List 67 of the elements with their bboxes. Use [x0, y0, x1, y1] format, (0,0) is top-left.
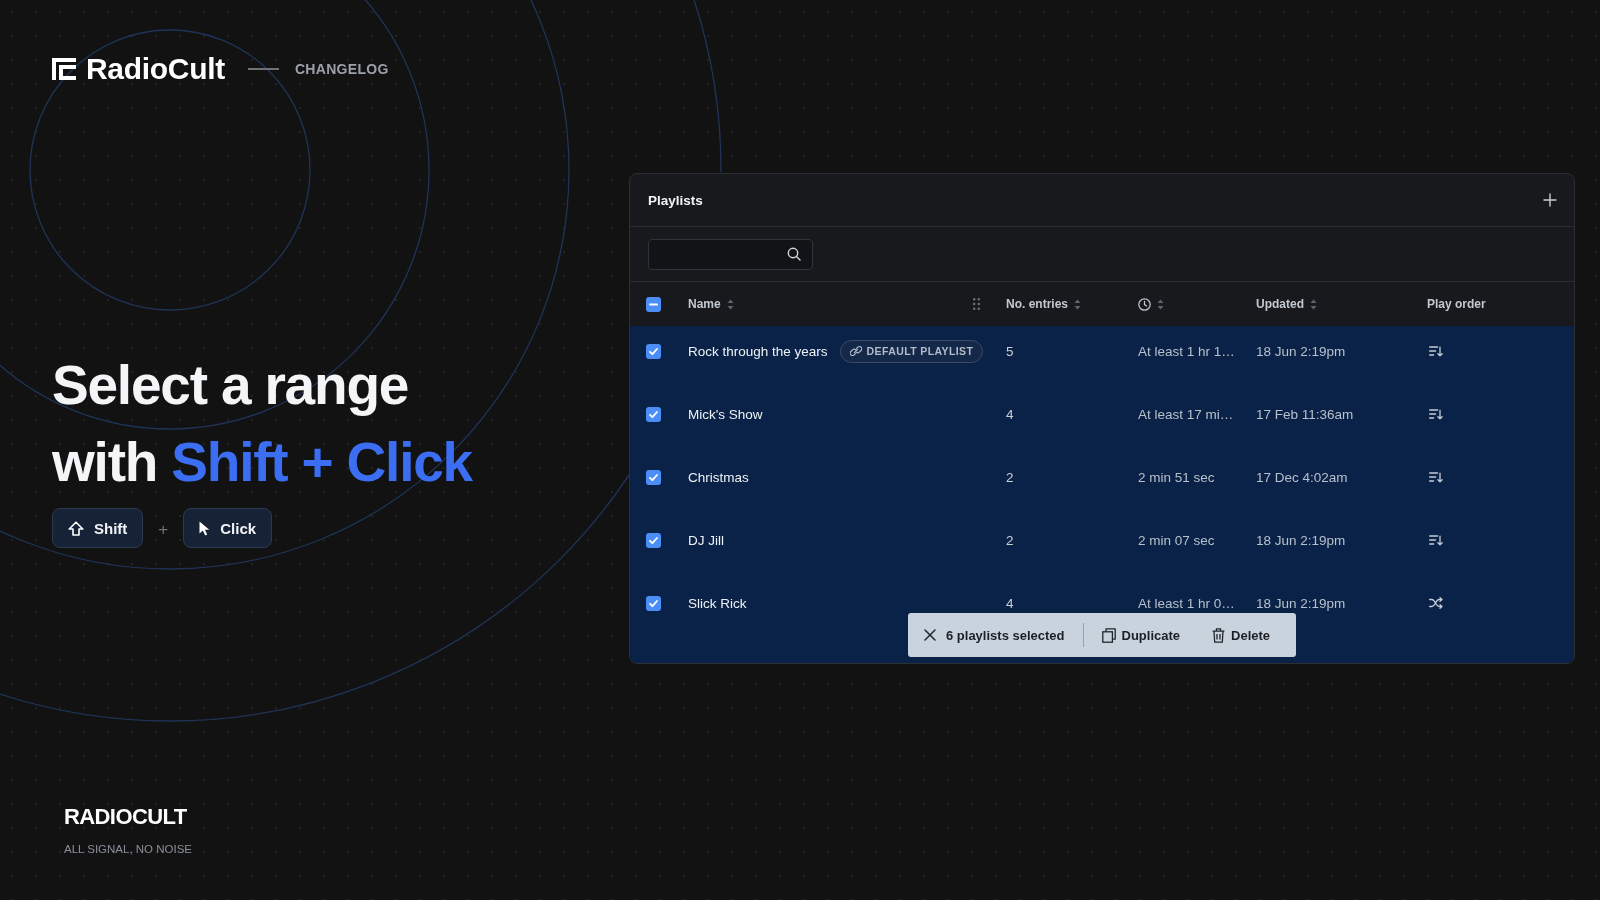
plus-icon [1543, 193, 1557, 207]
column-header[interactable]: Play order [1427, 297, 1486, 311]
playlist-name: Slick Rick [688, 595, 747, 611]
logo-icon [52, 57, 76, 80]
column-header[interactable]: Updated [1256, 297, 1317, 311]
row-checkbox[interactable] [646, 532, 661, 548]
cursor-icon [199, 520, 211, 536]
copy-icon [1101, 627, 1116, 643]
column-header[interactable]: No. entries [1006, 297, 1081, 311]
list-arrow-icon [1429, 471, 1443, 483]
sort-icon [726, 298, 734, 310]
hero-heading: Select a range with Shift + Click [52, 353, 472, 495]
duration-text: At least 17 mi… [1138, 406, 1234, 422]
updated-time: 17 Dec 4:02am [1256, 469, 1348, 485]
sort-icon [1310, 298, 1317, 310]
row-checkbox[interactable] [646, 469, 661, 485]
search-field[interactable] [648, 238, 813, 270]
badge-label: DEFAULT PLAYLIST [866, 345, 974, 357]
brand-name: RadioCult [86, 56, 225, 81]
delete-button[interactable]: Delete [1212, 627, 1271, 643]
row-checkbox[interactable] [646, 406, 661, 422]
plus-sign: + [158, 520, 169, 540]
tagline: ALL SIGNAL, NO NOISE [64, 843, 193, 855]
playlist-name: Mick's Show [688, 406, 763, 422]
duration-text: At least 1 hr 1… [1138, 343, 1235, 359]
key-label: Shift [94, 519, 128, 537]
row-checkbox[interactable] [646, 595, 661, 611]
entries-count: 5 [1006, 343, 1014, 359]
updated-time: 17 Feb 11:36am [1256, 406, 1354, 422]
duplicate-button[interactable]: Duplicate [1101, 627, 1181, 643]
add-button[interactable] [1543, 193, 1557, 207]
selection-count: 6 playlists selected [946, 627, 1065, 643]
footer-brand: RADIOCULT [64, 804, 187, 830]
sort-icon [1074, 298, 1081, 310]
list-arrow-icon [1429, 345, 1443, 357]
grip-icon[interactable] [973, 298, 980, 310]
updated-time: 18 Jun 2:19pm [1256, 532, 1346, 548]
panel-title: Playlists [648, 192, 703, 208]
close-button[interactable] [924, 629, 936, 641]
playlist-name: Rock through the years [688, 343, 828, 359]
sort-icon [1157, 298, 1164, 310]
list-arrow-icon [1429, 534, 1443, 546]
playlist-name: DJ Jill [688, 532, 724, 548]
link-icon [849, 345, 862, 357]
entries-count: 2 [1006, 469, 1014, 485]
key-label: Click [220, 519, 257, 537]
up-arrow-icon [68, 520, 84, 536]
row-checkbox[interactable] [646, 343, 661, 359]
playlist-name: Christmas [688, 469, 749, 485]
duration-text: 2 min 07 sec [1138, 532, 1215, 548]
close-icon [924, 629, 936, 641]
updated-time: 18 Jun 2:19pm [1256, 343, 1346, 359]
entries-count: 2 [1006, 532, 1014, 548]
entries-count: 4 [1006, 595, 1014, 611]
search-icon [787, 247, 801, 261]
column-header[interactable]: Name [688, 297, 734, 311]
list-arrow-icon [1429, 408, 1443, 420]
entries-count: 4 [1006, 406, 1014, 422]
clock-icon [1138, 297, 1151, 311]
duration-text: 2 min 51 sec [1138, 469, 1215, 485]
duration-text: At least 1 hr 0… [1138, 595, 1235, 611]
column-header[interactable] [1138, 297, 1164, 311]
trash-icon [1212, 627, 1226, 643]
updated-time: 18 Jun 2:19pm [1256, 595, 1346, 611]
section-label: CHANGELOG [294, 60, 389, 77]
shuffle-icon [1429, 597, 1443, 609]
select-all-checkbox[interactable] [646, 296, 661, 312]
